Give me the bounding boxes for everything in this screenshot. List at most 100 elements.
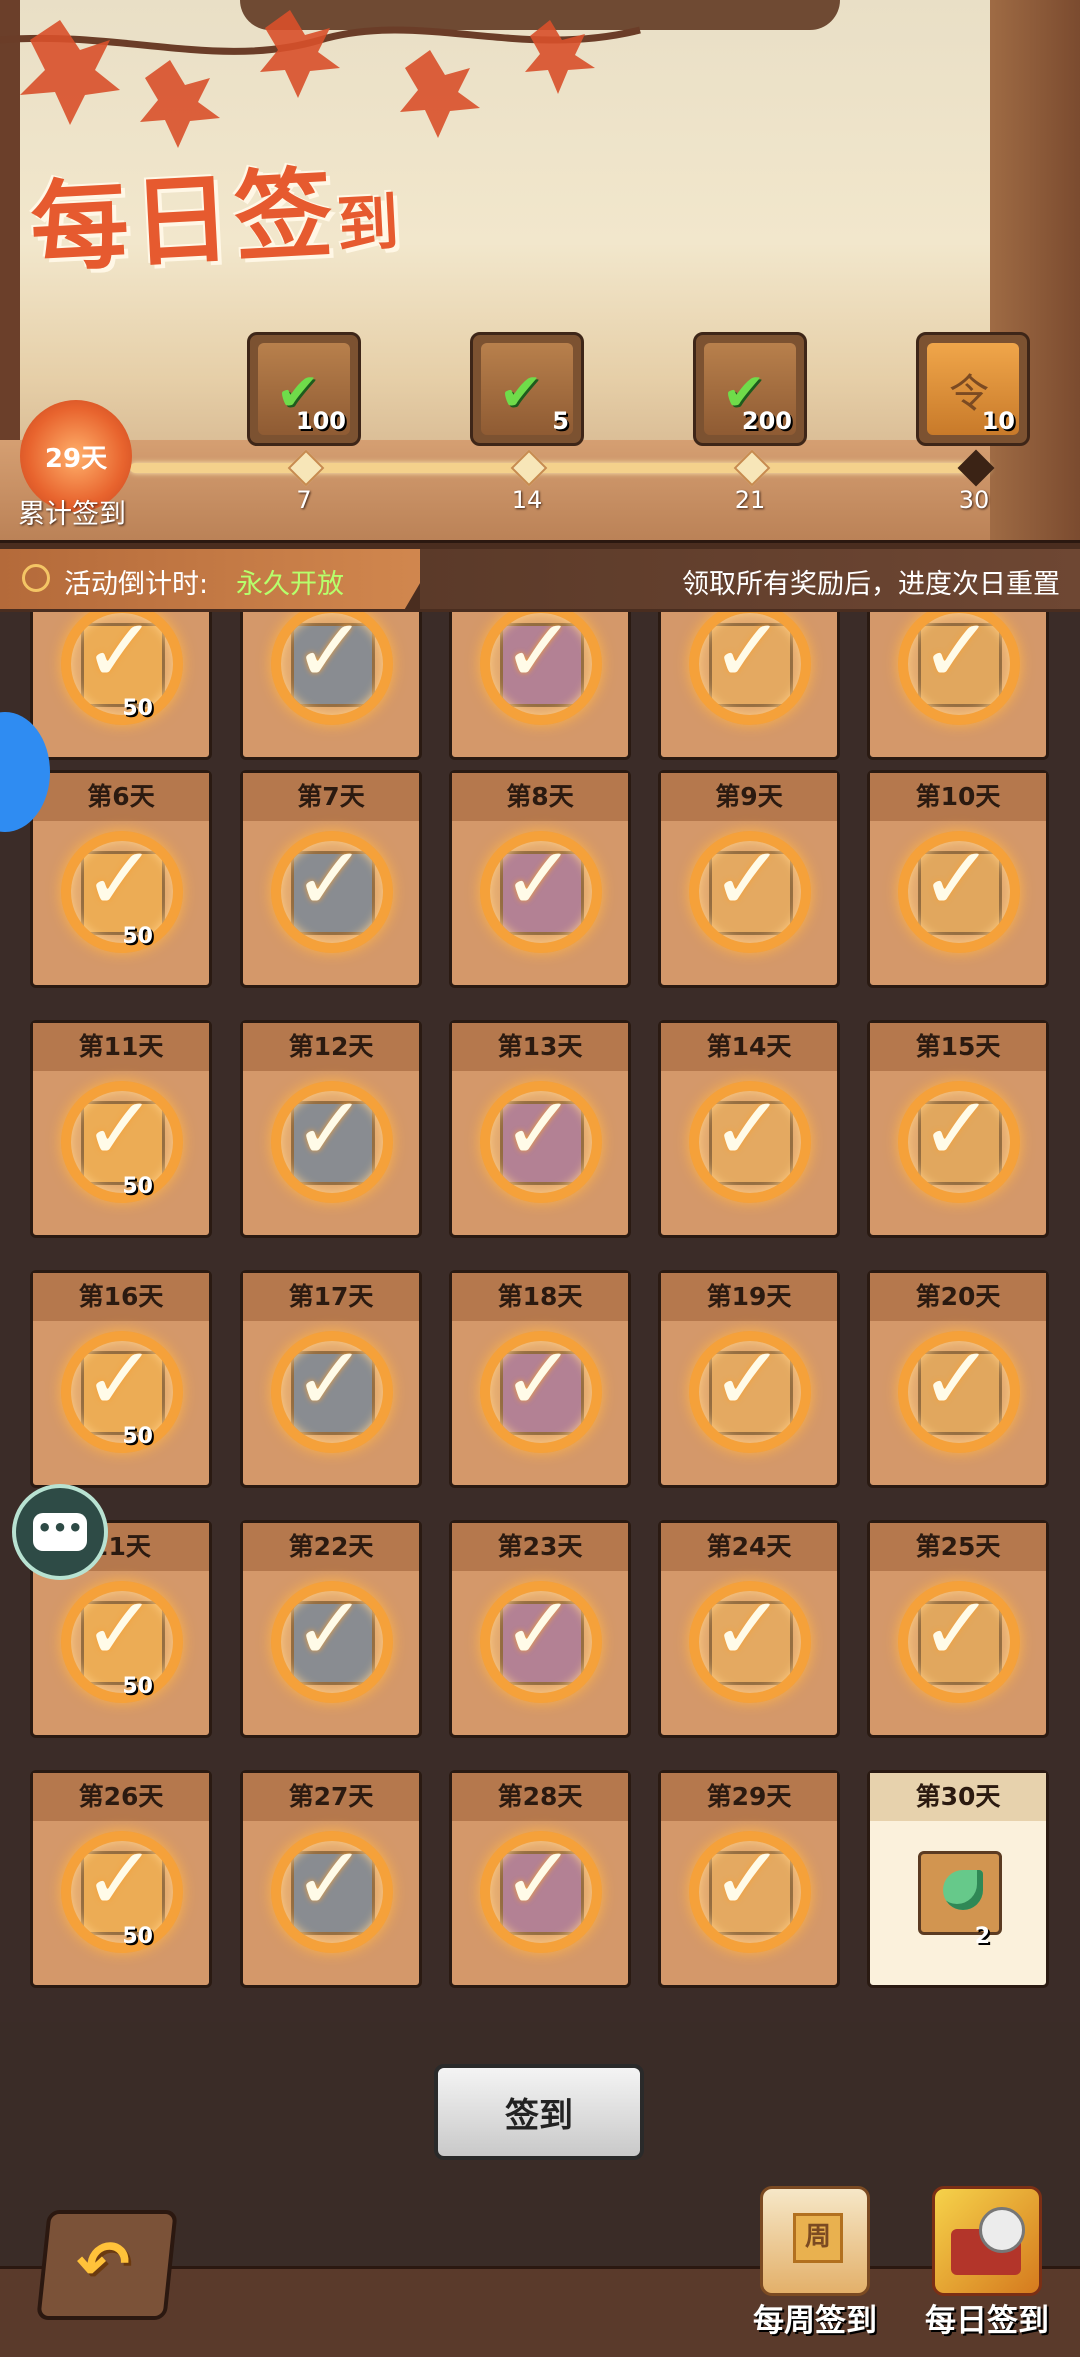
milestone-qty: 100 [295, 407, 346, 435]
day-card-grid[interactable]: ✓ 50 ✓ ✓ ✓ ✓ 第6天 ✓ 50 第7天 ✓ 第8天 ✓ 第9天 ✓ 第10天 ✓ 第11天 ✓ 50 第12… [0, 612, 1080, 2022]
milestone-qty: 10 [981, 407, 1015, 435]
day-card[interactable]: 第15天 ✓ [867, 1020, 1049, 1238]
milestone-reward-30[interactable]: 令 10 [916, 332, 1030, 446]
day-card-label: 第28天 [452, 1773, 628, 1821]
nav-weekly-signin[interactable]: 周 每周签到 [740, 2186, 890, 2354]
day-card-label: 第29天 [661, 1773, 837, 1821]
milestone-reward-21[interactable]: ✔ 200 [693, 332, 807, 446]
day-card[interactable]: 第16天 ✓ 50 [30, 1270, 212, 1488]
back-arrow-icon: ↶ [72, 2228, 134, 2302]
claimed-check-icon: ✓ [271, 827, 393, 953]
check-reward-icon: ✔ [499, 363, 543, 423]
reward-qty: 2 [974, 1924, 990, 1949]
day-card[interactable]: 第12天 ✓ [240, 1020, 422, 1238]
claimed-check-icon: ✓ [480, 1827, 602, 1953]
day-card-today[interactable]: 第30天 2 [867, 1770, 1049, 1988]
milestone-reward-14[interactable]: ✔ 5 [470, 332, 584, 446]
day-card-label: 第11天 [33, 1023, 209, 1071]
claimed-check-icon: ✓ [480, 1327, 602, 1453]
milestone-qty: 5 [552, 407, 569, 435]
day-card[interactable]: 第18天 ✓ [449, 1270, 631, 1488]
milestone-reward-7[interactable]: ✔ 100 [247, 332, 361, 446]
countdown-label: 活动倒计时: [64, 569, 209, 600]
milestone-day-label: 21 [734, 486, 766, 514]
day-card-label: 第7天 [243, 773, 419, 821]
day-card-label: 第30天 [870, 1773, 1046, 1821]
day-card[interactable]: 第17天 ✓ [240, 1270, 422, 1488]
claimed-check-icon: ✓ [689, 1577, 811, 1703]
day-card-label: 第15天 [870, 1023, 1046, 1071]
daily-treasure-icon [932, 2186, 1042, 2296]
day-card[interactable]: ✓ [658, 612, 840, 760]
day-card[interactable]: 第22天 ✓ [240, 1520, 422, 1738]
reward-item-icon [918, 1851, 1002, 1935]
day-card-label: 第12天 [243, 1023, 419, 1071]
day-card[interactable]: 第29天 ✓ [658, 1770, 840, 1988]
frame-right [990, 0, 1080, 540]
day-card-label: 第9天 [661, 773, 837, 821]
day-card[interactable]: 第20天 ✓ [867, 1270, 1049, 1488]
day-card[interactable]: 第19天 ✓ [658, 1270, 840, 1488]
day-card-label: 第23天 [452, 1523, 628, 1571]
day-card-label: 第27天 [243, 1773, 419, 1821]
day-card-label: 第14天 [661, 1023, 837, 1071]
day-card[interactable]: 第7天 ✓ [240, 770, 422, 988]
claimed-check-icon: ✓ [898, 827, 1020, 953]
claimed-check-icon: ✓ [689, 1327, 811, 1453]
claimed-check-icon: ✓ [480, 827, 602, 953]
claimed-check-icon: ✓ [271, 612, 393, 725]
claimed-check-icon: ✓ [689, 612, 811, 725]
day-card[interactable]: 第28天 ✓ [449, 1770, 631, 1988]
day-card[interactable]: 第8天 ✓ [449, 770, 631, 988]
day-card[interactable]: ✓ [449, 612, 631, 760]
day-card[interactable]: ✓ [240, 612, 422, 760]
reward-qty: 50 [122, 1924, 153, 1949]
day-card[interactable]: 第13天 ✓ [449, 1020, 631, 1238]
day-card[interactable]: ✓ 50 [30, 612, 212, 760]
day-card[interactable]: 第25天 ✓ [867, 1520, 1049, 1738]
signin-button[interactable]: 签到 [434, 2064, 644, 2160]
day-card-label: 第6天 [33, 773, 209, 821]
day-card[interactable]: ✓ [867, 612, 1049, 760]
day-card-label: 第24天 [661, 1523, 837, 1571]
countdown-value: 永久开放 [236, 569, 344, 600]
reward-qty: 50 [122, 1174, 153, 1199]
cumulative-label: 累计签到 [18, 499, 126, 530]
reward-qty: 50 [122, 1674, 153, 1699]
day-card[interactable]: 第26天 ✓ 50 [30, 1770, 212, 1988]
header-banner: 每日签到 29天 累计签到 ✔ 100 ✔ 5 ✔ 200 令 10 7 14 … [0, 0, 1080, 540]
day-card[interactable]: 第23天 ✓ [449, 1520, 631, 1738]
claimed-check-icon: ✓ [271, 1077, 393, 1203]
day-card[interactable]: 第9天 ✓ [658, 770, 840, 988]
reward-qty: 50 [122, 1424, 153, 1449]
nav-daily-signin[interactable]: 每日签到 [912, 2186, 1062, 2354]
page-title: 每日签到 [27, 155, 405, 287]
claimed-check-icon: ✓ [898, 1577, 1020, 1703]
claimed-check-icon: ✓ [271, 1577, 393, 1703]
milestone-day-label: 7 [296, 486, 312, 514]
chat-button[interactable]: ••• [12, 1484, 108, 1580]
day-card-label: 第13天 [452, 1023, 628, 1071]
reset-note: 领取所有奖励后，进度次日重置 [682, 569, 1060, 600]
claimed-check-icon: ✓ [271, 1827, 393, 1953]
day-card-label: 第16天 [33, 1273, 209, 1321]
day-card-label: 第20天 [870, 1273, 1046, 1321]
day-card-label: 第22天 [243, 1523, 419, 1571]
milestone-day-label: 30 [958, 486, 990, 514]
claimed-check-icon: ✓ [689, 827, 811, 953]
clock-icon [22, 564, 50, 592]
day-card[interactable]: 第11天 ✓ 50 [30, 1020, 212, 1238]
day-card[interactable]: 第6天 ✓ 50 [30, 770, 212, 988]
day-card[interactable]: 第27天 ✓ [240, 1770, 422, 1988]
claimed-check-icon: ✓ [689, 1827, 811, 1953]
reward-qty: 50 [122, 696, 153, 721]
day-card-label: 第17天 [243, 1273, 419, 1321]
day-card[interactable]: 第10天 ✓ [867, 770, 1049, 988]
back-button[interactable]: ↶ [36, 2210, 178, 2320]
day-card[interactable]: 第24天 ✓ [658, 1520, 840, 1738]
jade-leaf-icon [943, 1870, 983, 1910]
day-card[interactable]: 第14天 ✓ [658, 1020, 840, 1238]
claimed-check-icon: ✓ [689, 1077, 811, 1203]
chat-bubble-icon: ••• [33, 1513, 87, 1551]
day-card-label: 第8天 [452, 773, 628, 821]
